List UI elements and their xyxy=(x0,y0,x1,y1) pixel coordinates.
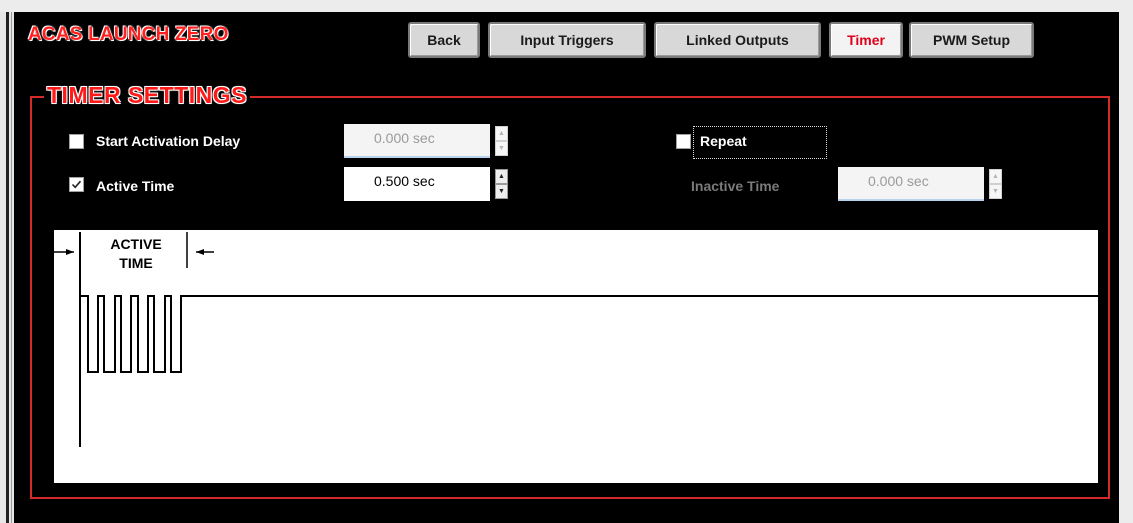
start-activation-delay-checkbox[interactable] xyxy=(69,134,84,149)
right-arrow-icon xyxy=(196,249,204,255)
inactive-time-spinner: 0.000 sec ▲ ▼ xyxy=(838,167,1004,201)
active-time-checkbox[interactable] xyxy=(69,177,84,192)
pulse-waveform xyxy=(80,295,1098,373)
checkmark-icon xyxy=(71,180,82,189)
active-time-up-icon[interactable]: ▲ xyxy=(495,169,508,184)
active-time-spinner: 0.500 sec ▲ ▼ xyxy=(344,167,510,201)
window-left-edge xyxy=(0,12,14,523)
timing-diagram: ACTIVE TIME xyxy=(54,230,1098,483)
left-arrow-icon xyxy=(66,249,74,255)
inactive-time-down-icon[interactable]: ▼ xyxy=(989,184,1002,199)
repeat-label: Repeat xyxy=(700,133,747,149)
active-time-label: Active Time xyxy=(96,178,175,194)
start-activation-delay-up-icon[interactable]: ▲ xyxy=(495,126,508,141)
window-top-strip xyxy=(0,0,1133,12)
start-activation-delay-label: Start Activation Delay xyxy=(96,133,241,149)
active-time-label-line2: TIME xyxy=(119,255,152,271)
app-title: ACAS LAUNCH ZERO xyxy=(28,24,229,45)
inactive-time-up-icon[interactable]: ▲ xyxy=(989,169,1002,184)
section-title: TIMER SETTINGS xyxy=(44,82,250,109)
timing-diagram-svg: ACTIVE TIME xyxy=(54,232,1098,447)
start-activation-delay-down-icon[interactable]: ▼ xyxy=(495,141,508,156)
tab-pwm-setup[interactable]: PWM Setup xyxy=(909,22,1034,58)
active-time-label-line1: ACTIVE xyxy=(110,236,161,252)
tab-back[interactable]: Back xyxy=(408,22,480,58)
start-activation-delay-input[interactable]: 0.000 sec xyxy=(344,124,490,158)
inactive-time-label: Inactive Time xyxy=(691,178,780,194)
tab-linked-outputs[interactable]: Linked Outputs xyxy=(654,22,821,58)
start-activation-delay-spinner: 0.000 sec ▲ ▼ xyxy=(344,124,510,158)
active-time-input[interactable]: 0.500 sec xyxy=(344,167,490,201)
window-right-edge xyxy=(1119,12,1133,523)
tab-input-triggers[interactable]: Input Triggers xyxy=(488,22,646,58)
repeat-checkbox[interactable] xyxy=(676,134,691,149)
inactive-time-input[interactable]: 0.000 sec xyxy=(838,167,984,201)
tab-timer[interactable]: Timer xyxy=(829,22,903,58)
active-time-down-icon[interactable]: ▼ xyxy=(495,184,508,199)
